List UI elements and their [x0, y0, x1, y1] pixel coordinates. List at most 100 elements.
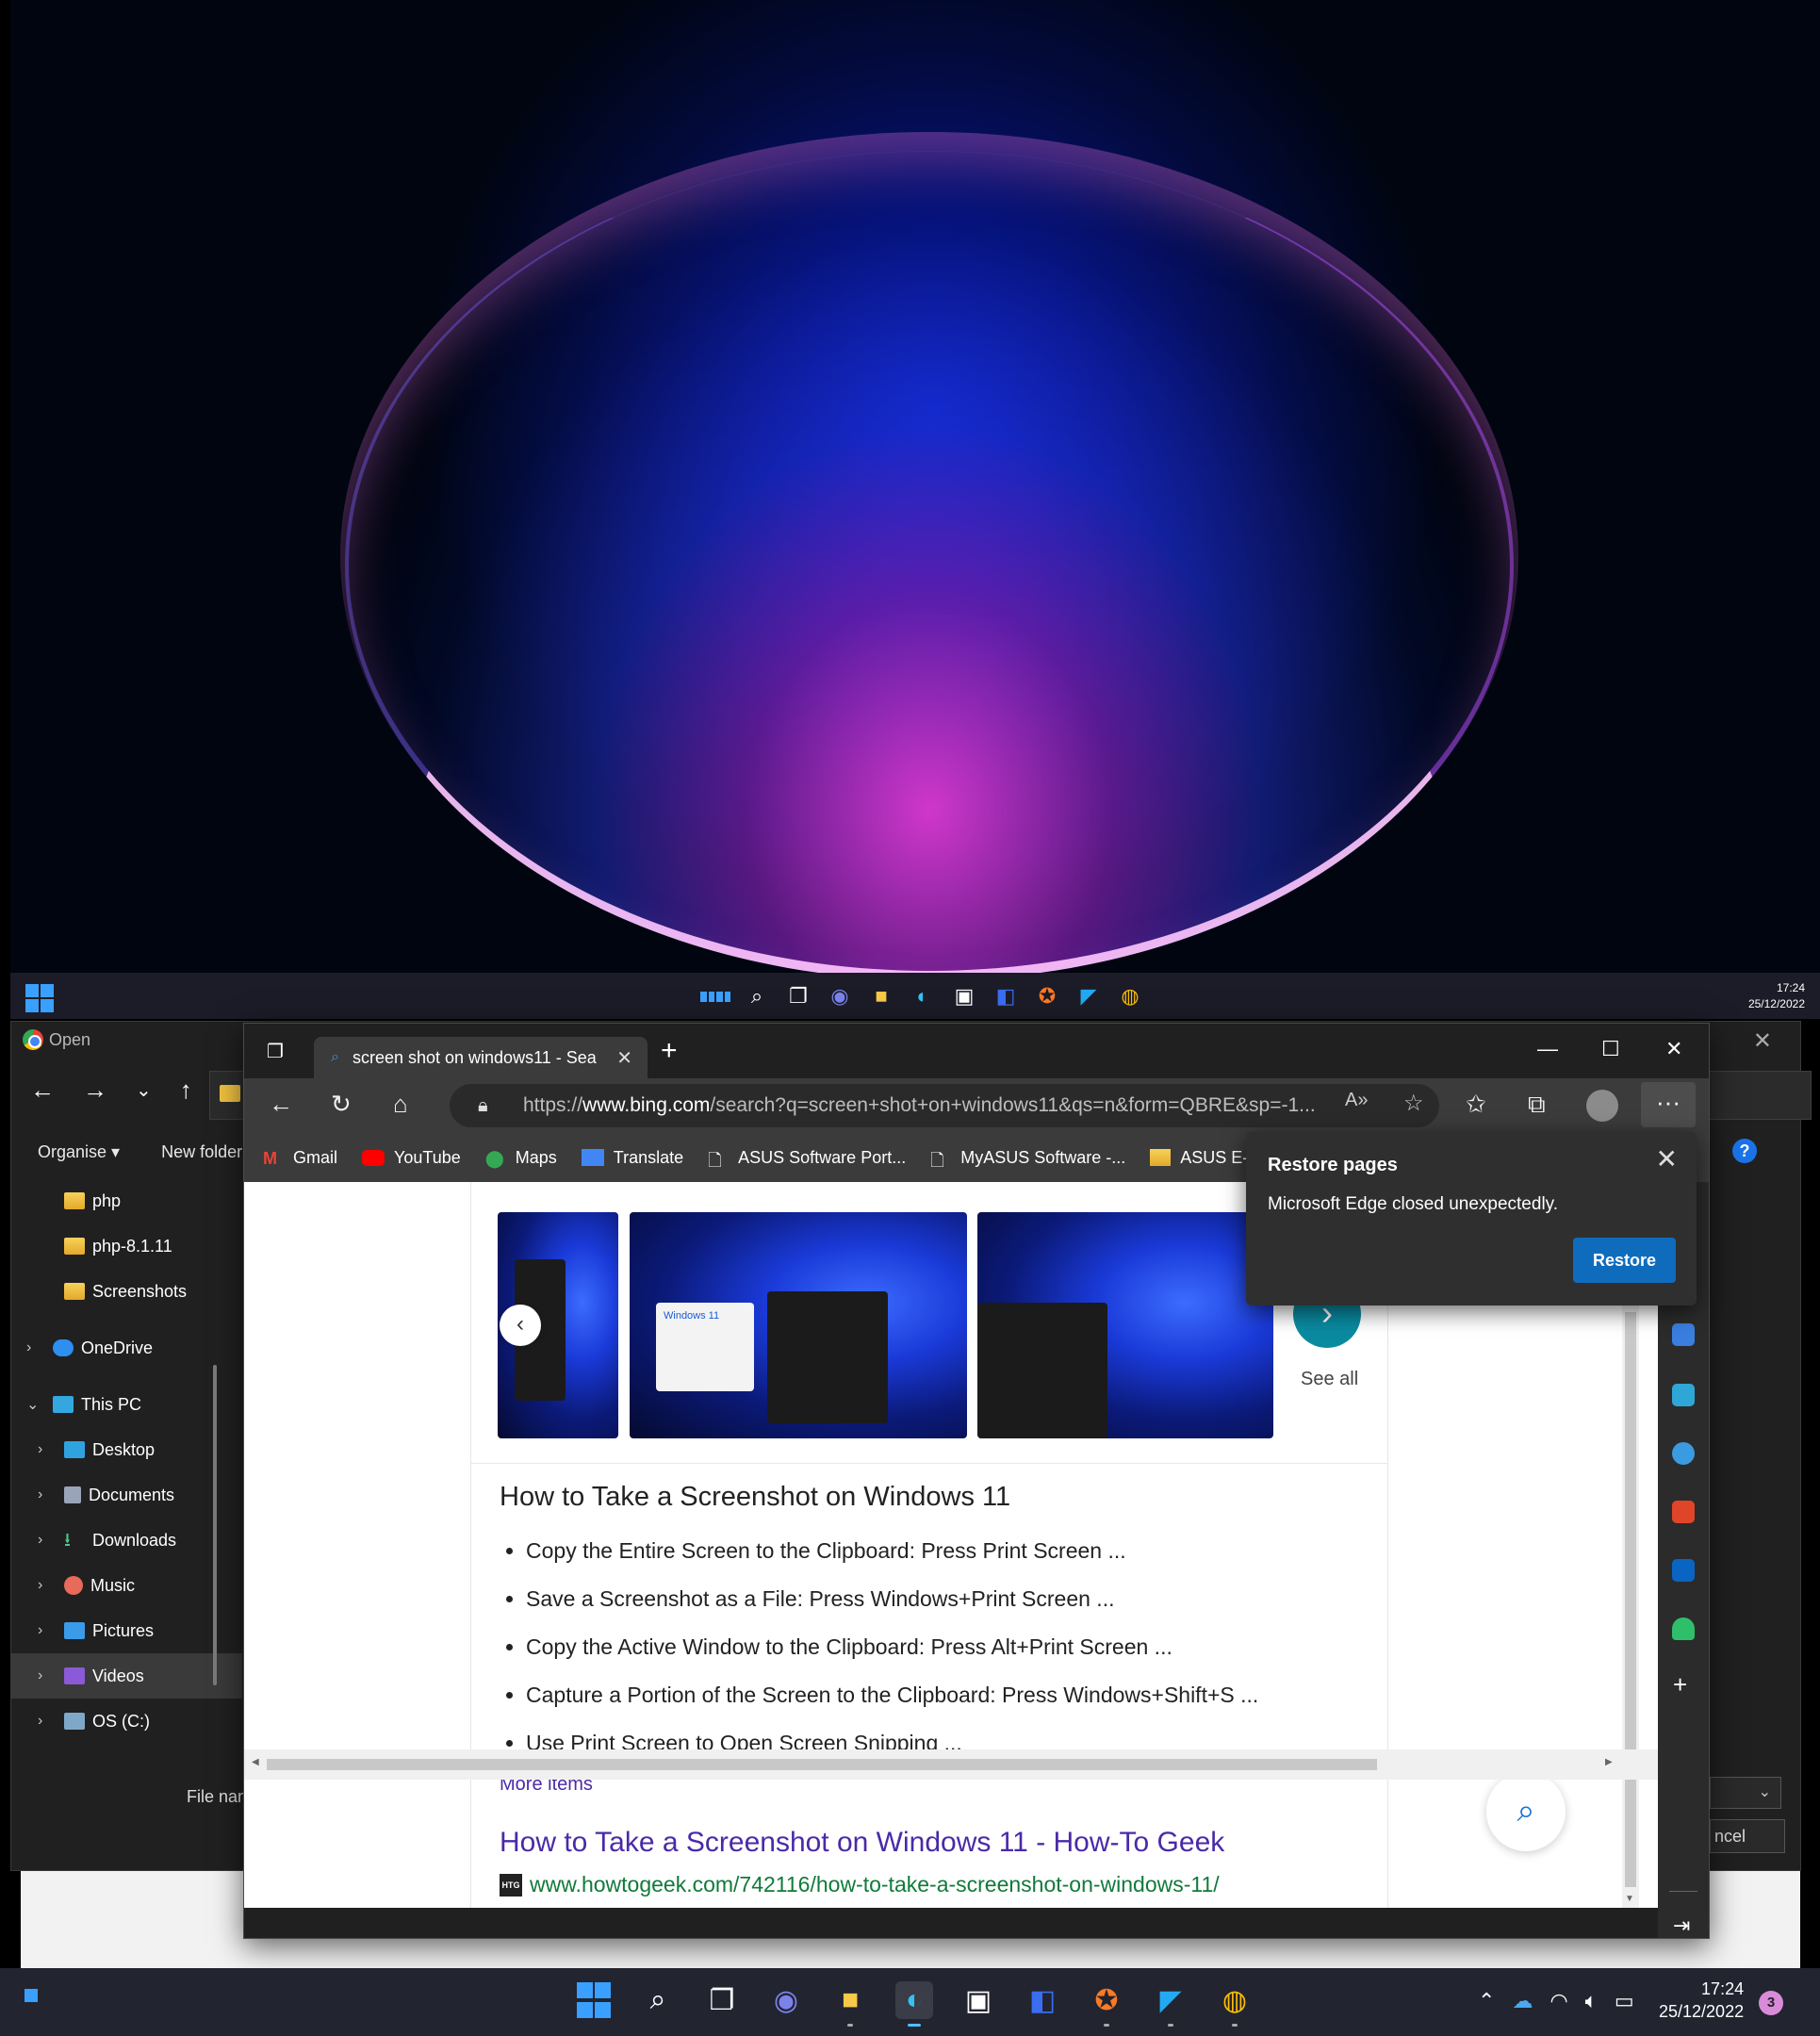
- tree-item-onedrive[interactable]: › OneDrive: [11, 1325, 242, 1371]
- scroll-left-icon[interactable]: ◀: [252, 1757, 259, 1767]
- clock[interactable]: 17:24 25/12/2022: [1659, 1978, 1744, 2023]
- chevron-right-icon[interactable]: ›: [38, 1532, 42, 1549]
- forward-arrow-icon[interactable]: →: [83, 1075, 107, 1105]
- carousel-prev-button[interactable]: ‹: [500, 1305, 541, 1346]
- tree-item-screenshots[interactable]: Screenshots: [11, 1269, 242, 1314]
- restore-button[interactable]: Restore: [1573, 1238, 1676, 1283]
- tools-icon[interactable]: [1672, 1384, 1695, 1406]
- address-bar[interactable]: 🔒︎ https://www.bing.com/search?q=screen+…: [450, 1084, 1439, 1127]
- see-all-link[interactable]: See all: [1301, 1369, 1358, 1390]
- back-icon[interactable]: ←: [269, 1090, 293, 1119]
- home-icon[interactable]: ⌂: [393, 1090, 408, 1119]
- chevron-right-icon[interactable]: ›: [26, 1339, 31, 1356]
- chevron-right-icon[interactable]: ›: [38, 1667, 42, 1684]
- back-arrow-icon[interactable]: ←: [30, 1075, 55, 1105]
- tree-item-desktop[interactable]: › Desktop: [11, 1427, 242, 1472]
- close-icon[interactable]: ✕: [1656, 1143, 1678, 1174]
- close-tab-icon[interactable]: ✕: [616, 1046, 632, 1070]
- fav-myasus[interactable]: 🗋︎ MyASUS Software -...: [930, 1148, 1125, 1171]
- close-icon[interactable]: ✕: [1753, 1027, 1772, 1055]
- fav-maps[interactable]: ⬤ Maps: [485, 1148, 557, 1169]
- volume-icon[interactable]: 🔈︎: [1585, 1989, 1598, 2013]
- chevron-down-icon[interactable]: ⌄: [26, 1395, 39, 1414]
- start-button[interactable]: [575, 1981, 613, 2019]
- chevron-right-icon[interactable]: ›: [38, 1441, 42, 1458]
- carousel-image-2[interactable]: Windows 11: [630, 1212, 967, 1438]
- up-arrow-icon[interactable]: ↑: [180, 1075, 192, 1105]
- collections-icon[interactable]: ⧉: [1528, 1090, 1546, 1120]
- fav-gmail[interactable]: M Gmail: [263, 1148, 337, 1169]
- result-title-link[interactable]: How to Take a Screenshot on Windows 11 -…: [500, 1827, 1224, 1859]
- chevron-right-icon[interactable]: ›: [38, 1486, 42, 1503]
- chrome-icon[interactable]: ◍: [1216, 1981, 1254, 2027]
- explorer-toolbar: Organise ▾ New folder: [11, 1131, 242, 1173]
- carousel-image-3[interactable]: [977, 1212, 1273, 1438]
- tree-item-downloads[interactable]: › ⭳ Downloads: [11, 1518, 242, 1563]
- add-icon[interactable]: +: [1673, 1670, 1687, 1699]
- result-url[interactable]: HTG www.howtogeek.com/742116/how-to-take…: [500, 1872, 1220, 1897]
- show-desktop-icon[interactable]: [25, 1989, 55, 2019]
- wifi-icon[interactable]: ◠: [1549, 1989, 1567, 2013]
- outlook-icon[interactable]: [1672, 1559, 1695, 1582]
- minimize-icon[interactable]: —: [1537, 1037, 1558, 1061]
- maximize-icon[interactable]: ☐: [1601, 1037, 1620, 1061]
- tree-item-php-8-1-11[interactable]: php-8.1.11: [11, 1223, 242, 1269]
- tree-item-music[interactable]: › Music: [11, 1563, 242, 1608]
- xampp-icon[interactable]: ✪: [1088, 1981, 1125, 2027]
- sidebar-hide-icon[interactable]: ⇥: [1673, 1913, 1690, 1938]
- file-type-dropdown[interactable]: ⌄: [1710, 1777, 1781, 1809]
- cancel-button[interactable]: ncel: [1710, 1819, 1785, 1853]
- tree-item-os-c[interactable]: › OS (C:): [11, 1699, 242, 1744]
- teams-chat-icon[interactable]: ◉: [767, 1981, 805, 2019]
- tree-item-documents[interactable]: › Documents: [11, 1472, 242, 1518]
- chevron-right-icon[interactable]: ›: [38, 1577, 42, 1594]
- add-favorite-icon[interactable]: ☆: [1403, 1090, 1424, 1117]
- app-icon[interactable]: ◧: [1024, 1981, 1061, 2019]
- floating-search-button[interactable]: ⌕: [1486, 1772, 1566, 1851]
- chevron-right-icon[interactable]: ›: [38, 1622, 42, 1639]
- chevron-down-icon[interactable]: ⌄: [136, 1078, 152, 1102]
- organise-button[interactable]: Organise ▾: [38, 1142, 120, 1162]
- battery-icon[interactable]: ▭: [1615, 1989, 1634, 2013]
- fav-asus-portal[interactable]: 🗋︎ ASUS Software Port...: [708, 1148, 906, 1171]
- tree-item-videos[interactable]: › Videos: [11, 1653, 242, 1699]
- new-folder-button[interactable]: New folder: [161, 1142, 242, 1162]
- tab-bing-search[interactable]: ⌕ screen shot on windows11 - Search ✕: [314, 1037, 648, 1078]
- scrollbar-thumb[interactable]: [1625, 1312, 1636, 1887]
- tab-actions-icon[interactable]: ❐: [252, 1024, 299, 1078]
- shopping-tag-icon[interactable]: [1672, 1323, 1695, 1346]
- scroll-right-icon[interactable]: ▶: [1605, 1757, 1613, 1767]
- file-explorer-icon[interactable]: ■: [831, 1981, 869, 2027]
- notification-badge[interactable]: 3: [1759, 1991, 1783, 2015]
- tree-icon[interactable]: [1672, 1617, 1695, 1640]
- profile-avatar[interactable]: [1586, 1090, 1618, 1122]
- edge-toolbar: ← ↻ ⌂ 🔒︎ https://www.bing.com/search?q=s…: [244, 1078, 1709, 1133]
- chevron-up-icon[interactable]: ⌃: [1478, 1989, 1495, 2013]
- edge-icon[interactable]: ◐: [895, 1981, 933, 2027]
- scrollbar-thumb[interactable]: [267, 1759, 1377, 1770]
- tree-item-php[interactable]: php: [11, 1178, 242, 1223]
- task-view-icon[interactable]: ❐: [703, 1981, 741, 2019]
- fav-translate[interactable]: Translate: [581, 1148, 683, 1168]
- chevron-right-icon[interactable]: ›: [38, 1713, 42, 1730]
- fav-youtube[interactable]: YouTube: [362, 1148, 461, 1168]
- read-aloud-icon[interactable]: A»: [1345, 1090, 1368, 1111]
- store-icon[interactable]: ▣: [959, 1981, 997, 2019]
- favorites-icon[interactable]: ✩: [1466, 1090, 1486, 1119]
- close-window-icon[interactable]: ✕: [1665, 1037, 1682, 1061]
- horizontal-scrollbar[interactable]: ◀ ▶: [244, 1749, 1658, 1780]
- new-tab-button[interactable]: +: [661, 1035, 678, 1067]
- search-icon[interactable]: ⌕: [639, 1981, 677, 2019]
- tree-scrollbar[interactable]: [213, 1365, 217, 1685]
- onedrive-icon[interactable]: ☁: [1512, 1989, 1533, 2013]
- vscode-icon[interactable]: ◤: [1152, 1981, 1189, 2027]
- list-item: Save a Screenshot as a File: Press Windo…: [526, 1586, 1258, 1634]
- refresh-icon[interactable]: ↻: [331, 1090, 352, 1119]
- more-options-icon[interactable]: ···: [1641, 1082, 1696, 1127]
- help-icon[interactable]: ?: [1732, 1139, 1757, 1163]
- games-icon[interactable]: [1672, 1442, 1695, 1465]
- scroll-down-icon[interactable]: ▼: [1625, 1894, 1634, 1904]
- tree-item-pictures[interactable]: › Pictures: [11, 1608, 242, 1653]
- office-icon[interactable]: [1672, 1501, 1695, 1523]
- tree-item-this-pc[interactable]: ⌄ This PC: [11, 1382, 242, 1427]
